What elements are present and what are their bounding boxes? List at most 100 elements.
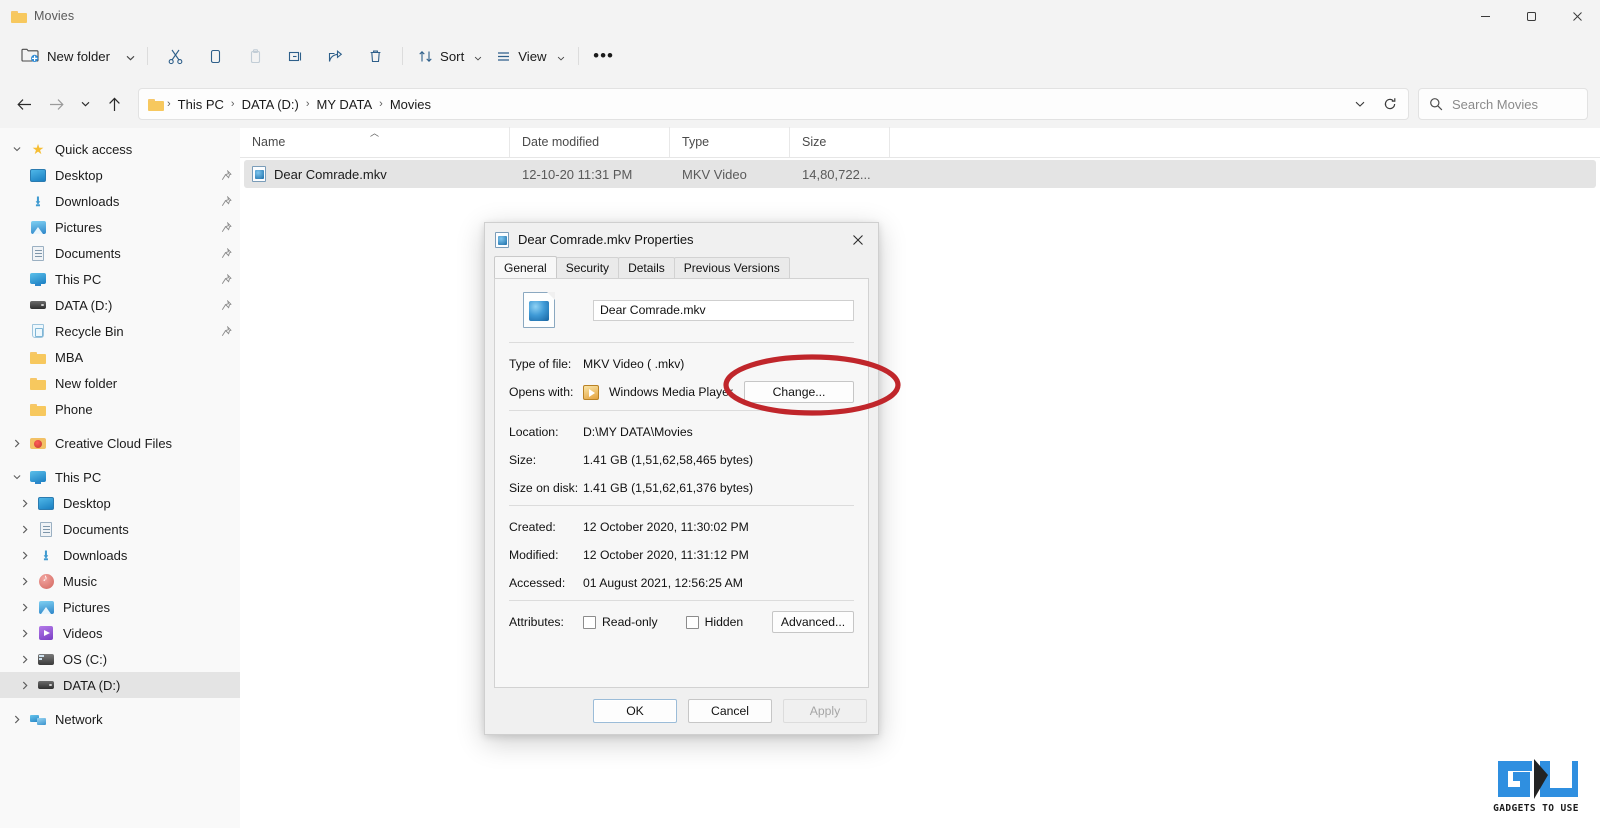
- breadcrumb[interactable]: › This PC › DATA (D:) › MY DATA › Movies: [138, 88, 1409, 120]
- pin-icon[interactable]: [221, 325, 232, 337]
- close-icon[interactable]: [838, 223, 878, 256]
- pin-icon[interactable]: [221, 247, 232, 259]
- more-options-button[interactable]: •••: [586, 40, 622, 72]
- sidebar-item-data-d[interactable]: DATA (D:): [0, 292, 240, 318]
- tab-general[interactable]: General: [494, 256, 557, 278]
- pin-icon[interactable]: [221, 273, 232, 285]
- chevron-right-icon[interactable]: [14, 525, 36, 534]
- tab-previous-versions[interactable]: Previous Versions: [673, 257, 790, 278]
- tab-security[interactable]: Security: [555, 257, 620, 278]
- sidebar-item-thispc-music[interactable]: Music: [0, 568, 240, 594]
- chevron-down-icon[interactable]: [1346, 91, 1374, 117]
- readonly-checkbox[interactable]: [583, 615, 596, 629]
- sidebar-item-thispc-os-c[interactable]: OS (C:): [0, 646, 240, 672]
- folder-icon: [148, 98, 164, 111]
- navigation-pane[interactable]: ★ Quick access Desktop ⭳ Downloads Pictu…: [0, 128, 240, 828]
- column-header-label: Size: [802, 135, 827, 149]
- chevron-down-icon[interactable]: [6, 474, 28, 480]
- chevron-down-icon[interactable]: [6, 146, 28, 152]
- chevron-right-icon[interactable]: [14, 551, 36, 560]
- column-header-size[interactable]: Size: [790, 127, 890, 157]
- accessed-label: Accessed:: [509, 575, 566, 590]
- pin-icon[interactable]: [221, 169, 232, 181]
- sidebar-item-thispc-downloads[interactable]: ⭳ Downloads: [0, 542, 240, 568]
- sidebar-item-thispc-pictures[interactable]: Pictures: [0, 594, 240, 620]
- view-icon: [496, 49, 511, 64]
- chevron-right-icon[interactable]: [14, 499, 36, 508]
- sidebar-item-mba[interactable]: MBA: [0, 344, 240, 370]
- advanced-button[interactable]: Advanced...: [772, 611, 854, 633]
- sidebar-item-label: Recycle Bin: [55, 323, 124, 339]
- sidebar-item-desktop[interactable]: Desktop: [0, 162, 240, 188]
- back-arrow-icon[interactable]: [8, 88, 40, 120]
- recent-locations-icon[interactable]: [72, 88, 98, 120]
- sidebar-item-phone[interactable]: Phone: [0, 396, 240, 422]
- tab-details[interactable]: Details: [618, 257, 675, 278]
- sidebar-item-label: Documents: [55, 245, 121, 261]
- cancel-button[interactable]: Cancel: [688, 699, 772, 723]
- sidebar-item-this-pc[interactable]: This PC: [0, 266, 240, 292]
- sidebar-item-thispc-desktop[interactable]: Desktop: [0, 490, 240, 516]
- sidebar-item-pictures[interactable]: Pictures: [0, 214, 240, 240]
- window-title: Movies: [34, 9, 75, 23]
- rename-icon[interactable]: [275, 40, 315, 72]
- column-header-type[interactable]: Type: [670, 127, 790, 157]
- pin-icon[interactable]: [221, 221, 232, 233]
- dialog-tab-body: Dear Comrade.mkv Type of file: MKV Video…: [494, 278, 869, 688]
- up-arrow-icon[interactable]: [98, 88, 130, 120]
- sidebar-group-creative-cloud-files[interactable]: Creative Cloud Files: [0, 430, 240, 456]
- sort-button[interactable]: Sort: [410, 40, 488, 72]
- attributes-label: Attributes:: [509, 615, 564, 629]
- chevron-right-icon[interactable]: [6, 439, 28, 448]
- sidebar-item-thispc-documents[interactable]: Documents: [0, 516, 240, 542]
- table-row[interactable]: Dear Comrade.mkv 12-10-20 11:31 PM MKV V…: [244, 160, 1596, 188]
- column-header-date-modified[interactable]: Date modified: [510, 127, 670, 157]
- sidebar-group-quick-access[interactable]: ★ Quick access: [0, 136, 240, 162]
- readonly-label: Read-only: [602, 615, 658, 629]
- chevron-right-icon[interactable]: [14, 577, 36, 586]
- dialog-tabs: General Security Details Previous Versio…: [485, 256, 878, 278]
- sidebar-group-this-pc[interactable]: This PC: [0, 464, 240, 490]
- ok-button[interactable]: OK: [593, 699, 677, 723]
- sidebar-item-new-folder[interactable]: New folder: [0, 370, 240, 396]
- share-icon[interactable]: [315, 40, 355, 72]
- chevron-down-icon[interactable]: [126, 49, 135, 64]
- cut-icon[interactable]: [155, 40, 195, 72]
- chevron-right-icon[interactable]: [14, 629, 36, 638]
- hidden-checkbox[interactable]: [685, 615, 699, 629]
- pin-icon[interactable]: [221, 195, 232, 207]
- sidebar-item-downloads[interactable]: ⭳ Downloads: [0, 188, 240, 214]
- copy-icon[interactable]: [195, 40, 235, 72]
- column-header-name[interactable]: ︿ Name: [240, 127, 510, 157]
- sidebar-item-thispc-videos[interactable]: Videos: [0, 620, 240, 646]
- sidebar-item-thispc-data-d[interactable]: DATA (D:): [0, 672, 240, 698]
- view-button[interactable]: View: [488, 40, 570, 72]
- hidden-checkbox-wrap[interactable]: Hidden: [685, 615, 743, 629]
- chevron-right-icon[interactable]: [14, 681, 36, 690]
- search-input[interactable]: Search Movies: [1418, 88, 1588, 120]
- new-folder-button[interactable]: New folder: [14, 40, 140, 72]
- refresh-icon[interactable]: [1376, 91, 1404, 117]
- readonly-checkbox-wrap[interactable]: Read-only: [583, 615, 658, 629]
- chevron-right-icon[interactable]: [6, 715, 28, 724]
- maximize-icon[interactable]: [1508, 0, 1554, 32]
- delete-icon[interactable]: [355, 40, 395, 72]
- pictures-icon: [28, 220, 48, 234]
- sidebar-group-network[interactable]: Network: [0, 706, 240, 732]
- minimize-icon[interactable]: [1462, 0, 1508, 32]
- chevron-right-icon[interactable]: [14, 655, 36, 664]
- change-button[interactable]: Change...: [744, 381, 854, 403]
- filename-input[interactable]: Dear Comrade.mkv: [593, 299, 854, 321]
- sidebar-item-recycle-bin[interactable]: Recycle Bin: [0, 318, 240, 344]
- pin-icon[interactable]: [221, 299, 232, 311]
- breadcrumb-item-data-d[interactable]: DATA (D:): [236, 94, 305, 115]
- forward-arrow-icon[interactable]: [40, 88, 72, 120]
- dialog-title: Dear Comrade.mkv Properties: [518, 232, 694, 247]
- breadcrumb-item-my-data[interactable]: MY DATA: [311, 94, 379, 115]
- chevron-right-icon[interactable]: [14, 603, 36, 612]
- breadcrumb-item-this-pc[interactable]: This PC: [172, 94, 230, 115]
- sidebar-item-documents[interactable]: Documents: [0, 240, 240, 266]
- sidebar-item-label: Pictures: [63, 599, 110, 615]
- breadcrumb-item-movies[interactable]: Movies: [384, 94, 437, 115]
- close-icon[interactable]: [1554, 0, 1600, 32]
